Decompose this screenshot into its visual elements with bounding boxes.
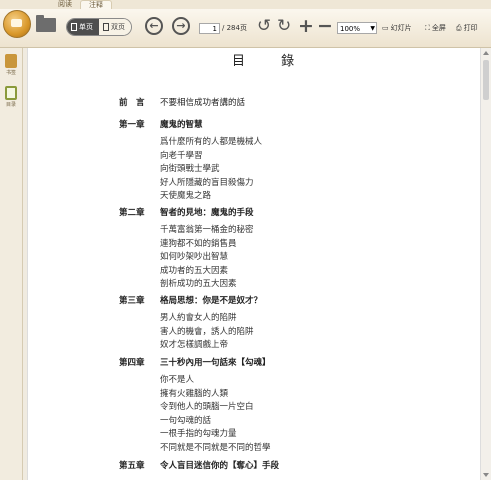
document-page [27, 48, 480, 480]
toc-section-item[interactable]: 你不是人 [160, 375, 194, 386]
toc-section-item[interactable]: 剖析成功的五大因素 [160, 279, 237, 290]
toc-section-item[interactable]: 如何吵架吵出智慧 [160, 252, 228, 263]
double-page-button[interactable]: 双页 [99, 19, 131, 35]
scroll-thumb[interactable] [483, 60, 489, 100]
chevron-down-icon: ▼ [370, 25, 375, 32]
toc-chapter-label[interactable]: 第四章 [119, 358, 145, 369]
bookmark-icon [5, 54, 17, 68]
prev-page-button[interactable]: ← [145, 17, 163, 35]
toc-section-item[interactable]: 向老千學習 [160, 151, 203, 162]
toc-title: 目 錄 [232, 54, 311, 69]
toc-icon [5, 86, 17, 100]
page-number-input[interactable]: 1 [199, 23, 220, 34]
double-page-icon [103, 23, 109, 31]
print-label: 打印 [463, 24, 478, 32]
page-total: / 284页 [222, 24, 247, 32]
toc-section-item[interactable]: 奴才怎樣調戲上帝 [160, 340, 228, 351]
scroll-down-icon[interactable] [483, 473, 489, 477]
next-page-button[interactable]: → [172, 17, 190, 35]
toc-section-item[interactable]: 千萬富翁第一桶金的秘密 [160, 225, 254, 236]
toc-section-item[interactable]: 不同就是不同就是不同的哲學 [160, 443, 271, 454]
toc-chapter-title[interactable]: 三十秒內用一句話來【勾魂】 [160, 358, 271, 369]
toc-section-item[interactable]: 令到他人的頭腦一片空白 [160, 402, 254, 413]
double-page-label: 双页 [111, 23, 125, 31]
sidebar-item-label: 目录 [5, 102, 16, 108]
toc-section-item[interactable]: 一句勾魂的話 [160, 416, 211, 427]
single-page-icon [71, 23, 77, 31]
fullscreen-icon: ⛶ [425, 24, 430, 32]
rotate-right-icon[interactable]: ↻ [277, 18, 291, 35]
toc-chapter-label[interactable]: 第五章 [119, 461, 145, 472]
toc-chapter-title[interactable]: 不要相信成功者講的話 [160, 98, 245, 109]
single-page-label: 单页 [79, 23, 93, 31]
open-folder-icon[interactable] [36, 15, 56, 32]
toc-chapter-title[interactable]: 智者的見地：魔鬼的手段 [160, 208, 254, 219]
toc-chapter-label[interactable]: 第一章 [119, 120, 145, 131]
print-button[interactable]: ⎙ 打印 [456, 22, 478, 34]
app-logo-icon[interactable] [3, 10, 31, 38]
toc-section-item[interactable]: 爲什麼所有的人都是機械人 [160, 137, 262, 148]
zoom-in-icon[interactable]: + [298, 16, 314, 36]
toc-chapter-title[interactable]: 魔鬼的智慧 [160, 120, 203, 131]
left-sidebar: 书签 目录 [0, 48, 23, 480]
zoom-out-icon[interactable]: − [317, 16, 333, 36]
toc-chapter-label[interactable]: 前 言 [119, 98, 145, 109]
vertical-scrollbar[interactable] [480, 48, 491, 480]
tab-read[interactable]: 阅读 [50, 0, 80, 9]
zoom-select[interactable]: 100% ▼ [337, 22, 377, 34]
toolbar: 单页 双页 ← → 1 / 284页 ↺ ↻ + − 100% ▼ ▭ 幻灯片 ⛶ 全… [0, 9, 491, 48]
slideshow-icon: ▭ [382, 24, 389, 32]
sidebar-item-label: 书签 [5, 70, 16, 76]
scroll-up-icon[interactable] [483, 51, 489, 55]
print-icon: ⎙ [456, 24, 462, 32]
toc-chapter-title[interactable]: 格局思想：你是不是奴才？ [160, 296, 262, 307]
toc-section-item[interactable]: 連狗都不如的銷售員 [160, 239, 237, 250]
toc-chapter-label[interactable]: 第三章 [119, 296, 145, 307]
slideshow-button[interactable]: ▭ 幻灯片 [382, 22, 412, 34]
sidebar-item-bookmarks[interactable]: 书签 [3, 54, 19, 76]
sidebar-item-toc[interactable]: 目录 [3, 86, 19, 108]
zoom-value: 100% [340, 25, 361, 33]
fullscreen-label: 全屏 [431, 24, 446, 32]
mode-tabs: 阅读 注释 [50, 0, 112, 9]
toc-section-item[interactable]: 成功者的五大因素 [160, 266, 228, 277]
toc-chapter-label[interactable]: 第二章 [119, 208, 145, 219]
single-page-button[interactable]: 单页 [67, 19, 99, 35]
fullscreen-button[interactable]: ⛶ 全屏 [425, 22, 446, 34]
toc-section-item[interactable]: 向街頭戰士學武 [160, 164, 220, 175]
slideshow-label: 幻灯片 [390, 24, 412, 32]
toc-section-item[interactable]: 一根手指的勾魂力量 [160, 429, 237, 440]
toc-section-item[interactable]: 男人約會女人的陷阱 [160, 313, 237, 324]
page-mode-toggle: 单页 双页 [66, 18, 132, 36]
rotate-left-icon[interactable]: ↺ [257, 18, 271, 35]
tab-annotate[interactable]: 注释 [80, 0, 112, 9]
toc-section-item[interactable]: 害人的機會，誘人的陷阱 [160, 327, 254, 338]
toc-section-item[interactable]: 擁有火雞腦的人類 [160, 389, 228, 400]
toc-chapter-title[interactable]: 令人盲目迷信你的【奪心】手段 [160, 461, 279, 472]
toc-section-item[interactable]: 天使魔鬼之路 [160, 191, 211, 202]
toc-section-item[interactable]: 好人所隱藏的盲目殺傷力 [160, 178, 254, 189]
